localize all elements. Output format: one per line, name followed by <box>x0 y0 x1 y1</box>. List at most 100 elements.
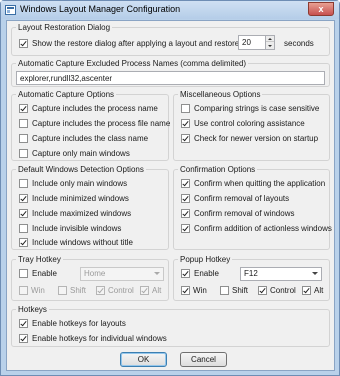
auto-capture-group: Automatic Capture Options Capture includ… <box>11 89 171 161</box>
confirm-actionless-checkbox[interactable] <box>181 224 190 233</box>
checkmark-icon <box>182 209 189 217</box>
include-invisible-label: Include invisible windows <box>32 224 122 233</box>
restore-seconds-input[interactable]: 20 <box>238 35 266 50</box>
tray-hotkey-legend: Tray Hotkey <box>16 254 63 265</box>
cancel-button[interactable]: Cancel <box>180 352 227 367</box>
checkmark-icon <box>97 286 104 294</box>
popup-key-value: F12 <box>244 269 258 278</box>
capture-class-name-label: Capture includes the class name <box>32 134 149 143</box>
check-version-label: Check for newer version on startup <box>194 134 319 143</box>
checkmark-icon <box>20 39 27 47</box>
capture-process-name-label: Capture includes the process name <box>32 104 158 113</box>
popup-hotkey-group: Popup Hotkey Enable F12 Win Shift Contro… <box>173 254 330 301</box>
chevron-down-icon <box>154 272 160 275</box>
confirmation-options-legend: Confirmation Options <box>178 164 258 175</box>
confirm-actionless-label: Confirm addition of actionless windows <box>194 224 332 233</box>
tray-shift-checkbox[interactable] <box>58 286 67 295</box>
spin-up-icon[interactable] <box>266 36 274 42</box>
show-restore-checkbox[interactable] <box>19 39 28 48</box>
ok-button[interactable]: OK <box>120 352 167 367</box>
hotkeys-legend: Hotkeys <box>16 304 49 315</box>
dialog-body: Layout Restoration Dialog Show the resto… <box>6 20 335 371</box>
checkmark-icon <box>259 286 266 294</box>
title-bar[interactable]: Windows Layout Manager Configuration x <box>1 1 339 19</box>
popup-shift-checkbox[interactable] <box>220 286 229 295</box>
popup-shift-label: Shift <box>232 286 249 295</box>
include-untitled-checkbox[interactable] <box>19 238 28 247</box>
checkmark-icon <box>182 286 189 294</box>
checkmark-icon <box>141 286 148 294</box>
only-main-windows-checkbox[interactable] <box>19 179 28 188</box>
confirm-remove-layouts-label: Confirm removal of layouts <box>194 194 290 203</box>
confirm-remove-layouts-checkbox[interactable] <box>181 194 190 203</box>
checkmark-icon <box>20 334 27 342</box>
include-invisible-checkbox[interactable] <box>19 224 28 233</box>
capture-process-name-checkbox[interactable] <box>19 104 28 113</box>
popup-win-checkbox[interactable] <box>181 286 190 295</box>
capture-class-name-checkbox[interactable] <box>19 134 28 143</box>
include-maximized-checkbox[interactable] <box>19 209 28 218</box>
confirm-quit-label: Confirm when quitting the application <box>194 179 326 188</box>
popup-alt-label: Alt <box>314 286 324 295</box>
config-window: Windows Layout Manager Configuration x L… <box>0 0 340 376</box>
popup-key-select[interactable]: F12 <box>240 267 322 281</box>
hotkeys-windows-label: Enable hotkeys for individual windows <box>32 334 167 343</box>
tray-control-label: Control <box>108 286 134 295</box>
chevron-down-icon <box>312 272 318 275</box>
popup-control-checkbox[interactable] <box>258 286 267 295</box>
close-button[interactable]: x <box>308 2 334 16</box>
tray-control-checkbox[interactable] <box>96 286 105 295</box>
detection-options-legend: Default Windows Detection Options <box>16 164 146 175</box>
only-main-windows-label: Include only main windows <box>32 179 128 188</box>
hotkeys-group: Hotkeys Enable hotkeys for layouts Enabl… <box>11 304 330 347</box>
control-coloring-label: Use control coloring assistance <box>194 119 305 128</box>
confirm-quit-checkbox[interactable] <box>181 179 190 188</box>
checkmark-icon <box>20 238 27 246</box>
capture-process-file-label: Capture includes the process file name <box>32 119 171 128</box>
tray-enable-checkbox[interactable] <box>19 269 28 278</box>
tray-win-checkbox[interactable] <box>19 286 28 295</box>
checkmark-icon <box>182 119 189 127</box>
excluded-processes-input[interactable]: explorer,rundll32,ascenter <box>16 71 325 85</box>
popup-alt-checkbox[interactable] <box>302 286 311 295</box>
excluded-processes-group: Automatic Capture Excluded Process Names… <box>11 58 330 87</box>
checkmark-icon <box>182 179 189 187</box>
hotkeys-windows-checkbox[interactable] <box>19 334 28 343</box>
popup-enable-label: Enable <box>194 269 219 278</box>
app-window-icon <box>5 5 16 15</box>
seconds-unit-label: seconds <box>284 39 314 48</box>
layout-restoration-group: Layout Restoration Dialog Show the resto… <box>11 22 330 56</box>
popup-hotkey-legend: Popup Hotkey <box>178 254 233 265</box>
include-untitled-label: Include windows without title <box>32 238 133 247</box>
hotkeys-layouts-checkbox[interactable] <box>19 319 28 328</box>
auto-capture-legend: Automatic Capture Options <box>16 89 117 100</box>
checkmark-icon <box>182 269 189 277</box>
tray-win-label: Win <box>31 286 45 295</box>
include-maximized-label: Include maximized windows <box>32 209 132 218</box>
capture-main-windows-label: Capture only main windows <box>32 149 130 158</box>
capture-main-windows-checkbox[interactable] <box>19 149 28 158</box>
confirm-remove-windows-checkbox[interactable] <box>181 209 190 218</box>
include-minimized-checkbox[interactable] <box>19 194 28 203</box>
control-coloring-checkbox[interactable] <box>181 119 190 128</box>
capture-process-file-checkbox[interactable] <box>19 119 28 128</box>
layout-restoration-legend: Layout Restoration Dialog <box>16 22 113 33</box>
misc-options-legend: Miscellaneous Options <box>178 89 263 100</box>
confirmation-options-group: Confirmation Options Confirm when quitti… <box>173 164 332 250</box>
tray-hotkey-group: Tray Hotkey Enable Home Win Shift Contro… <box>11 254 169 301</box>
seconds-spinner[interactable] <box>265 35 275 50</box>
popup-enable-checkbox[interactable] <box>181 269 190 278</box>
case-sensitive-label: Comparing strings is case sensitive <box>194 104 320 113</box>
detection-options-group: Default Windows Detection Options Includ… <box>11 164 169 250</box>
excluded-processes-legend: Automatic Capture Excluded Process Names… <box>16 58 249 69</box>
tray-key-select[interactable]: Home <box>80 267 164 281</box>
check-version-checkbox[interactable] <box>181 134 190 143</box>
tray-alt-checkbox[interactable] <box>140 286 149 295</box>
checkmark-icon <box>20 194 27 202</box>
tray-enable-label: Enable <box>32 269 57 278</box>
confirm-remove-windows-label: Confirm removal of windows <box>194 209 295 218</box>
show-restore-label: Show the restore dialog after applying a… <box>32 39 258 48</box>
spin-down-icon[interactable] <box>266 43 274 49</box>
case-sensitive-checkbox[interactable] <box>181 104 190 113</box>
checkmark-icon <box>182 134 189 142</box>
